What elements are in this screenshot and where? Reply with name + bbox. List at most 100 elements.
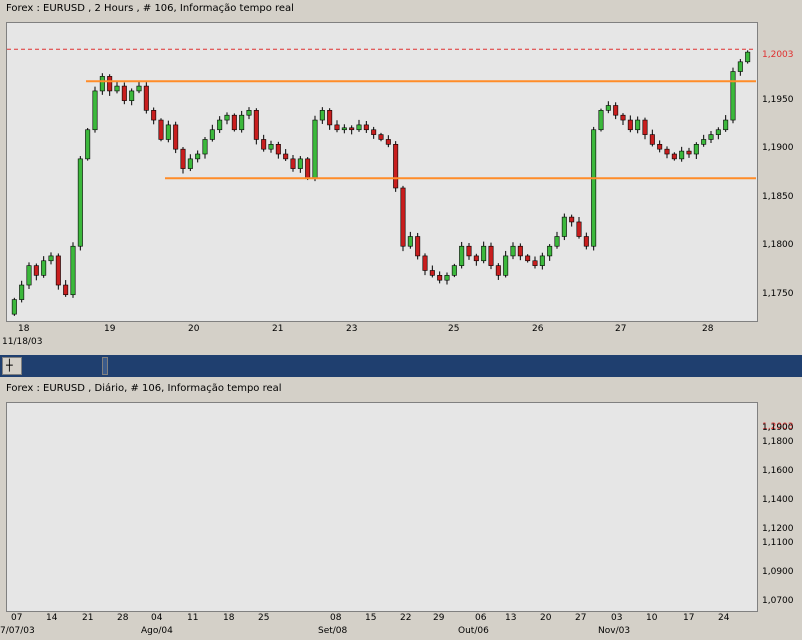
bottom-x-tick: 22 <box>400 613 412 623</box>
top-candle-body <box>671 153 677 160</box>
top-candle-body <box>63 284 69 296</box>
top-candle-body <box>701 139 707 145</box>
scrollbar-thumb[interactable] <box>102 357 108 375</box>
top-candle-body <box>261 139 267 150</box>
top-candle-body <box>209 129 215 140</box>
top-x-tick: 19 <box>104 324 116 334</box>
top-candle-body <box>173 124 179 150</box>
top-candle-body <box>598 110 604 131</box>
bottom-x-tick: 24 <box>718 613 730 623</box>
top-candle-body <box>55 255 61 286</box>
bottom-x-tick: 17 <box>683 613 695 623</box>
bottom-month-label: Out/06 <box>458 626 489 636</box>
top-price-marker: 1,2003 <box>762 50 794 60</box>
top-candle-body <box>620 114 626 121</box>
top-candle-body <box>422 255 428 271</box>
bottom-x-tick: 21 <box>82 613 94 623</box>
top-y-tick: 1,1850 <box>762 191 794 202</box>
bottom-x-tick: 08 <box>330 613 342 623</box>
top-candle-body <box>187 158 193 169</box>
top-x-tick: 26 <box>532 324 544 334</box>
bottom-y-tick: 1,1600 <box>762 466 794 477</box>
top-candle-body <box>437 275 443 281</box>
top-candle-body <box>70 245 76 296</box>
top-x-tick: 28 <box>702 324 714 334</box>
bottom-x-tick: 27 <box>575 613 587 623</box>
bottom-y-tick: 1,0900 <box>762 566 794 577</box>
top-candle-body <box>649 134 655 145</box>
top-candle-body <box>429 270 435 276</box>
top-candle-body <box>92 90 98 131</box>
bottom-x-tick: 11 <box>187 613 199 623</box>
top-candle-body <box>290 158 296 169</box>
top-y-tick: 1,1800 <box>762 240 794 251</box>
bottom-y-tick: 1,1200 <box>762 523 794 534</box>
top-candle-body <box>378 134 384 140</box>
top-candle-body <box>99 76 105 92</box>
top-x-tick: 25 <box>448 324 460 334</box>
top-candle-body <box>525 255 531 262</box>
top-candle-body <box>547 245 553 257</box>
bottom-y-tick: 1,1900 <box>762 422 794 433</box>
top-candle-body <box>283 153 289 160</box>
bottom-month-label: Set/08 <box>318 626 348 636</box>
top-candle-body <box>151 110 157 121</box>
top-candle-body <box>517 245 523 257</box>
bottom-y-tick: 1,1400 <box>762 494 794 505</box>
bottom-y-tick: 1,0700 <box>762 595 794 606</box>
top-candle-body <box>41 260 47 276</box>
bottom-month-label: 7/07/03 <box>0 626 35 636</box>
top-candle-body <box>341 127 347 131</box>
top-candle-body <box>385 139 391 145</box>
top-candle-body <box>114 85 120 92</box>
top-candle-body <box>356 124 362 131</box>
bottom-chart-area[interactable] <box>6 402 758 612</box>
bottom-x-tick: 04 <box>151 613 163 623</box>
bottom-month-label: Nov/03 <box>598 626 631 636</box>
bottom-x-tick: 06 <box>475 613 487 623</box>
bottom-x-tick: 07 <box>11 613 23 623</box>
top-candle-body <box>415 236 421 257</box>
top-candle-body <box>239 114 245 131</box>
top-candle-body <box>481 245 487 262</box>
top-candle-body <box>503 255 509 276</box>
top-candle-body <box>231 114 237 131</box>
top-candle-body <box>195 153 201 160</box>
top-candle-body <box>715 129 721 135</box>
top-candle-body <box>363 124 369 131</box>
top-candle-body <box>275 144 281 155</box>
top-candle-body <box>576 221 582 237</box>
bottom-x-tick: 25 <box>258 613 270 623</box>
top-candle-body <box>686 150 692 155</box>
top-candle-body <box>393 144 399 189</box>
top-candle-body <box>635 119 641 131</box>
top-candle-body <box>466 245 472 257</box>
top-candle-body <box>85 129 91 160</box>
top-x-tick: 20 <box>188 324 200 334</box>
top-candle-body <box>561 216 567 237</box>
top-candle-body <box>334 124 340 131</box>
top-candle-body <box>268 144 274 150</box>
top-candle-body <box>723 119 729 131</box>
top-candle-body <box>407 236 413 247</box>
top-candle-body <box>583 236 589 247</box>
top-candle-body <box>11 299 17 315</box>
crosshair-button[interactable]: ┼ <box>2 357 22 375</box>
top-candle-body <box>305 158 311 179</box>
bottom-chart-title: Forex : EURUSD , Diário, # 106, Informaç… <box>6 383 282 394</box>
bottom-x-tick: 14 <box>46 613 58 623</box>
top-y-tick: 1,1750 <box>762 288 794 299</box>
top-candle-body <box>327 110 333 126</box>
top-candle-body <box>33 265 39 276</box>
top-candle-body <box>143 85 149 111</box>
top-candle-body <box>539 255 545 266</box>
top-candle-body <box>459 245 465 266</box>
top-candle-body <box>129 90 135 101</box>
bottom-month-label: Ago/04 <box>141 626 173 636</box>
top-y-tick: 1,1950 <box>762 94 794 105</box>
bottom-x-tick: 10 <box>646 613 658 623</box>
top-candle-body <box>77 158 83 247</box>
top-candle-body <box>679 150 685 160</box>
top-candle-body <box>246 110 252 116</box>
top-candle-body <box>642 119 648 135</box>
